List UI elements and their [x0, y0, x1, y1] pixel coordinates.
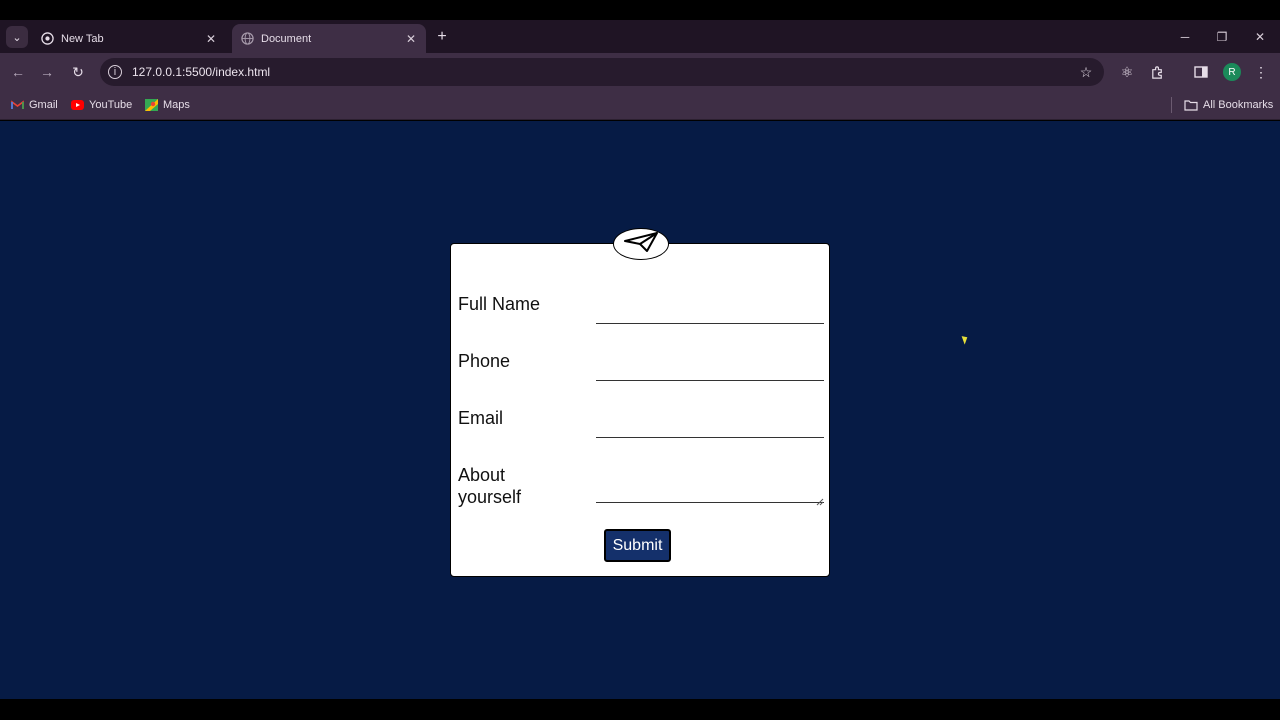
tab-strip: ⌄ New Tab ✕ Document ✕ + ─ ❐ ✕	[0, 20, 1280, 53]
menu-kebab-icon[interactable]: ⋮	[1252, 63, 1270, 81]
form-header-badge	[613, 228, 669, 260]
youtube-icon	[70, 99, 84, 111]
chrome-icon	[40, 32, 54, 46]
bookmark-maps[interactable]: Maps	[144, 97, 190, 113]
minimize-icon[interactable]: ─	[1175, 28, 1195, 46]
window-close-icon[interactable]: ✕	[1250, 28, 1270, 46]
side-panel-icon[interactable]	[1192, 63, 1210, 81]
tab-search-button[interactable]: ⌄	[6, 26, 28, 48]
site-info-icon[interactable]: i	[108, 65, 122, 79]
tab-close-icon[interactable]: ✕	[404, 32, 418, 46]
extensions-puzzle-icon[interactable]	[1148, 63, 1166, 81]
full-name-label: Full Name	[458, 294, 541, 314]
tab-title: New Tab	[61, 32, 104, 45]
bookmark-youtube[interactable]: YouTube	[70, 97, 132, 113]
bookmark-gmail[interactable]: Gmail	[10, 97, 58, 113]
tab-new-tab[interactable]: New Tab ✕	[32, 24, 226, 53]
new-tab-plus-icon[interactable]: +	[432, 28, 452, 46]
top-black-bar	[0, 0, 1280, 20]
tab-title: Document	[261, 32, 312, 45]
forward-arrow-icon[interactable]: →	[38, 63, 56, 81]
full-name-input[interactable]	[596, 323, 824, 324]
folder-icon	[1184, 99, 1198, 111]
bookmarks-bar: Gmail YouTube Maps All Bookmarks	[0, 91, 1280, 120]
email-row: Email	[458, 407, 824, 439]
browser-toolbar: ← → ↻ i 127.0.0.1:5500/index.html ☆ ⚛ R …	[0, 53, 1280, 91]
tab-close-icon[interactable]: ✕	[204, 32, 218, 46]
bookmark-star-icon[interactable]: ☆	[1078, 64, 1094, 80]
bookmarks-separator	[1171, 97, 1172, 113]
phone-row: Phone	[458, 350, 824, 382]
gmail-icon	[10, 99, 24, 111]
email-input[interactable]	[596, 437, 824, 438]
bookmark-label: Gmail	[29, 99, 58, 111]
email-label: Email	[458, 408, 504, 428]
mouse-cursor-icon	[961, 334, 970, 345]
page-viewport: Full Name Phone Email About yourself Sub…	[0, 121, 1280, 699]
about-textarea[interactable]	[596, 502, 824, 503]
back-arrow-icon[interactable]: ←	[9, 63, 27, 81]
about-row: About yourself	[458, 464, 824, 514]
full-name-row: Full Name	[458, 293, 824, 325]
url-text: 127.0.0.1:5500/index.html	[132, 65, 271, 79]
globe-icon	[240, 32, 254, 46]
screen: ⌄ New Tab ✕ Document ✕ + ─ ❐ ✕ ← → ↻ i 1…	[0, 0, 1280, 720]
paper-plane-icon	[623, 231, 659, 258]
all-bookmarks-button[interactable]: All Bookmarks	[1184, 97, 1273, 113]
profile-initial: R	[1228, 66, 1236, 78]
restore-icon[interactable]: ❐	[1212, 28, 1232, 46]
about-label-line2: yourself	[458, 487, 522, 507]
maps-icon	[144, 99, 158, 111]
tab-document[interactable]: Document ✕	[232, 24, 426, 53]
resize-handle-icon[interactable]	[816, 493, 824, 506]
about-label-line1: About	[458, 465, 506, 485]
contact-form-card: Full Name Phone Email About yourself Sub…	[450, 228, 830, 577]
phone-label: Phone	[458, 351, 511, 371]
bottom-black-bar	[0, 699, 1280, 720]
reload-icon[interactable]: ↻	[69, 63, 87, 81]
address-bar[interactable]: i 127.0.0.1:5500/index.html ☆	[100, 58, 1104, 86]
bookmark-label: YouTube	[89, 99, 133, 111]
bookmark-label: Maps	[163, 99, 190, 111]
extension-atom-icon[interactable]: ⚛	[1118, 63, 1136, 81]
submit-button[interactable]: Submit	[604, 529, 671, 562]
phone-input[interactable]	[596, 380, 824, 381]
all-bookmarks-label: All Bookmarks	[1203, 99, 1274, 111]
profile-avatar[interactable]: R	[1223, 63, 1241, 81]
chevron-down-icon: ⌄	[12, 31, 22, 44]
